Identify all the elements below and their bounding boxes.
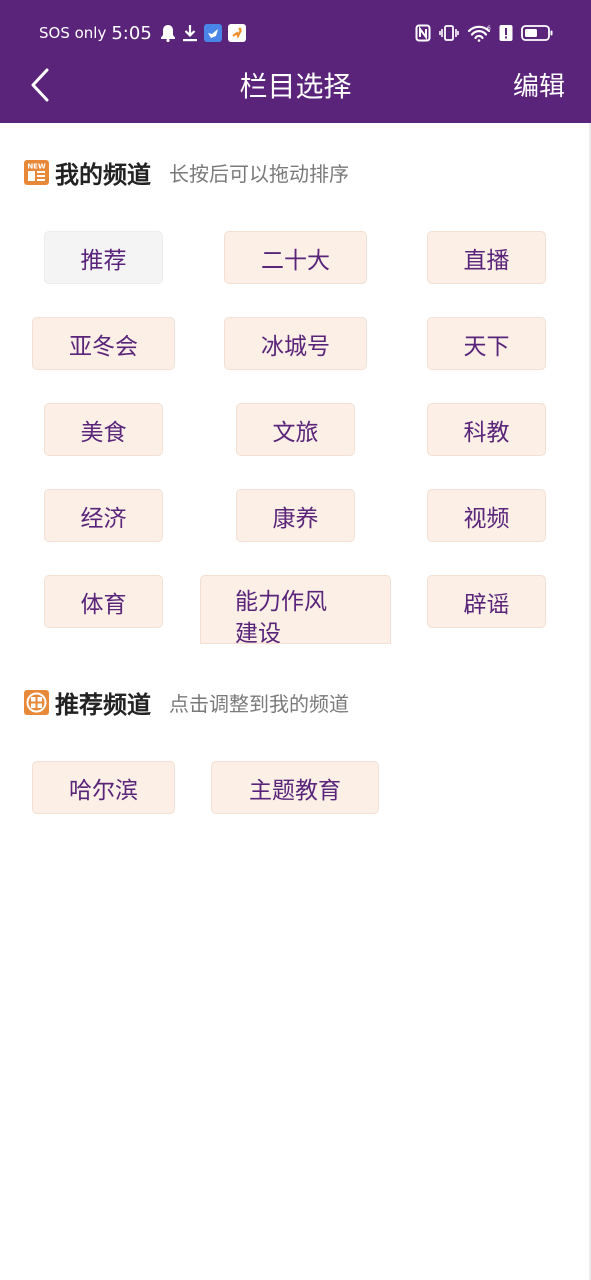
channel-chip-zhibo[interactable]: 直播 xyxy=(427,231,546,284)
svg-text:6: 6 xyxy=(487,25,491,32)
grid-badge-icon xyxy=(24,689,49,715)
svg-text:NEW: NEW xyxy=(27,162,46,170)
status-left: SOS only 5:05 xyxy=(39,22,252,44)
channel-chip-tiyu[interactable]: 体育 xyxy=(44,575,163,628)
channel-chip-meishi[interactable]: 美食 xyxy=(44,403,163,456)
status-bar: SOS only 5:05 6 xyxy=(0,0,591,66)
channel-chip-bingchenghao[interactable]: 冰城号 xyxy=(224,317,367,370)
channel-chip-jingji[interactable]: 经济 xyxy=(44,489,163,542)
status-right: 6 xyxy=(407,22,553,44)
recommended-chip-haerbin[interactable]: 哈尔滨 xyxy=(32,761,175,814)
my-channels-header: NEW 我的频道 长按后可以拖动排序 xyxy=(24,156,349,189)
back-button[interactable] xyxy=(28,68,52,106)
channel-chip-kangyang[interactable]: 康养 xyxy=(236,489,355,542)
channel-chip-label: 能力作风建设 xyxy=(235,589,327,644)
clock: 5:05 xyxy=(111,22,152,44)
chevron-left-icon xyxy=(30,68,50,106)
my-channels-hint: 长按后可以拖动排序 xyxy=(169,161,349,186)
sos-label: SOS only xyxy=(39,24,107,42)
recommended-channels-hint: 点击调整到我的频道 xyxy=(169,691,349,716)
page-title: 栏目选择 xyxy=(239,70,352,103)
running-app-icon xyxy=(227,24,246,42)
channel-chip-wenlv[interactable]: 文旅 xyxy=(236,403,355,456)
channel-chip-piyao[interactable]: 辟谣 xyxy=(427,575,546,628)
bird-app-icon xyxy=(203,24,222,42)
channel-chip-shipin[interactable]: 视频 xyxy=(427,489,546,542)
recommended-channels-header: 推荐频道 点击调整到我的频道 xyxy=(24,686,349,719)
battery-icon xyxy=(521,24,553,42)
bell-icon xyxy=(160,24,176,42)
my-channels-title: 我的频道 xyxy=(55,160,151,189)
channel-chip-tuijian[interactable]: 推荐 xyxy=(44,231,163,284)
channel-chip-ershida[interactable]: 二十大 xyxy=(224,231,367,284)
channel-chip-kejiao[interactable]: 科教 xyxy=(427,403,546,456)
nfc-icon xyxy=(415,24,431,42)
channel-chip-tianxia[interactable]: 天下 xyxy=(427,317,546,370)
vibrate-icon xyxy=(439,24,459,42)
alert-icon xyxy=(499,24,513,42)
channel-chip-nengli-zuofeng-jianshe[interactable]: 能力作风建设 xyxy=(200,575,391,644)
recommended-chip-zhuti-jiaoyu[interactable]: 主题教育 xyxy=(211,761,379,814)
recommended-channels-title: 推荐频道 xyxy=(55,690,151,719)
new-badge-icon: NEW xyxy=(24,159,49,185)
edit-button[interactable]: 编辑 xyxy=(513,68,565,106)
channel-chip-yadonghui[interactable]: 亚冬会 xyxy=(32,317,175,370)
download-icon xyxy=(182,24,198,42)
wifi-icon: 6 xyxy=(467,24,491,42)
top-bar: SOS only 5:05 6 栏目选择 编辑 xyxy=(0,0,591,123)
